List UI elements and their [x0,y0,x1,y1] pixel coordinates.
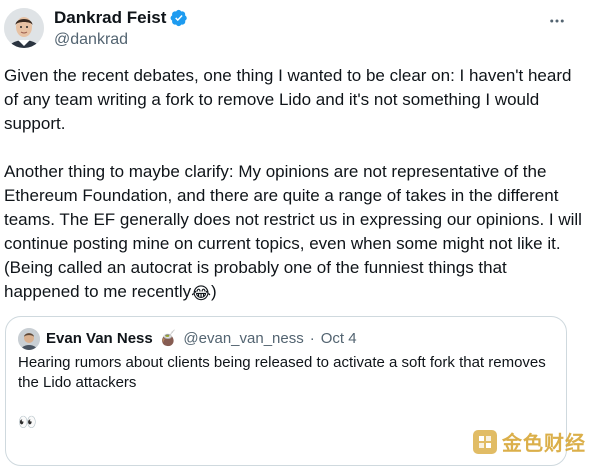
quoted-author-avatar-image [18,328,40,350]
quoted-date[interactable]: Oct 4 [321,329,357,349]
quoted-author-handle[interactable]: @evan_van_ness [183,329,303,349]
watermark-logo-icon [473,429,497,454]
quoted-tweet-header: Evan Van Ness 🧉 @evan_van_ness · Oct 4 [18,328,357,350]
verified-badge-icon [171,9,188,27]
author-handle[interactable]: @dankrad [54,30,188,50]
quoted-tweet-text: Hearing rumors about clients being relea… [18,354,546,391]
quoted-separator: · [309,330,315,347]
quoted-author-avatar[interactable] [18,328,40,350]
author-avatar[interactable] [4,8,44,48]
watermark: 金色财经 [472,427,586,456]
quoted-author-name[interactable]: Evan Van Ness [46,329,153,349]
watermark-text: 金色财经 [502,431,586,455]
author-block: Dankrad Feist @dankrad [54,8,188,50]
more-horizontal-icon[interactable] [548,12,566,30]
mate-cup-emoji: 🧉 [158,330,178,347]
laughing-crying-emoji: 😂 [191,284,211,303]
name-row: Dankrad Feist [54,8,188,28]
tweet-paragraph-2-text: Another thing to maybe clarify: My opini… [4,162,582,301]
eyes-emoji: 👀 [18,414,37,431]
tweet-paragraph-2: Another thing to maybe clarify: My opini… [4,160,584,304]
tweet-card[interactable]: Dankrad Feist @dankrad Given the recent … [0,0,592,466]
tweet-paragraph-2-end: ) [211,282,217,301]
author-avatar-image [4,8,44,48]
tweet-paragraph-1: Given the recent debates, one thing I wa… [4,66,572,133]
tweet-text: Given the recent debates, one thing I wa… [4,64,584,304]
author-name[interactable]: Dankrad Feist [54,8,166,28]
